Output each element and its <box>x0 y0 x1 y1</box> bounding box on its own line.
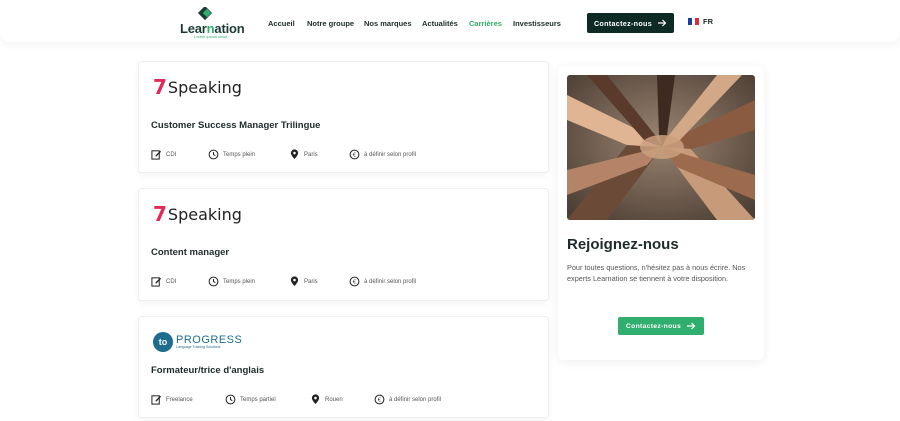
contract-label: CDI <box>166 278 177 285</box>
contact-button-label: Contactez-nous <box>593 18 653 28</box>
contract-type: CDI <box>151 149 176 160</box>
contract-type: Freelance <box>151 394 193 405</box>
job-location: Paris <box>289 149 318 160</box>
nav-nos-marques[interactable]: Nos marques <box>364 19 412 28</box>
location-pin-icon <box>290 149 299 160</box>
schedule-label: Temps partiel <box>240 396 276 403</box>
location-pin-icon <box>290 276 299 287</box>
team-hands-photo <box>567 75 755 220</box>
job-title[interactable]: Content manager <box>151 247 229 258</box>
job-card[interactable]: 7 Speaking Customer Success Manager Tril… <box>138 61 549 173</box>
clock-icon <box>208 276 219 287</box>
logo-tagline: Lorem ipsum dolor <box>194 34 228 39</box>
logo-mark: 7 <box>153 202 167 226</box>
nav-actualites[interactable]: Actualités <box>422 19 458 28</box>
salary-label: à définir selon profil <box>364 151 417 158</box>
logo-word: PROGRESS <box>176 333 243 346</box>
join-us-panel: Rejoignez-nous Pour toutes questions, n'… <box>558 66 764 360</box>
salary: € à définir selon profil <box>349 149 416 160</box>
logo-word-block: PROGRESS Language Training Solutions <box>176 333 243 350</box>
contact-button-label: Contactez-nous <box>625 322 682 330</box>
job-card[interactable]: 7 Speaking Content manager CDI Temps ple… <box>138 188 549 301</box>
arrow-right-icon <box>687 322 696 330</box>
contact-button-header[interactable]: Contactez-nous <box>587 13 674 33</box>
language-label: FR <box>703 17 713 26</box>
euro-icon: € <box>349 276 360 287</box>
salary-label: à définir selon profil <box>389 396 442 403</box>
to-progress-logo: to PROGRESS Language Training Solutions <box>153 329 242 355</box>
7speaking-logo: 7 Speaking <box>153 74 242 100</box>
euro-icon: € <box>349 149 360 160</box>
salary: € à définir selon profil <box>349 276 416 287</box>
location-label: Paris <box>304 278 318 285</box>
logo-word: Speaking <box>167 204 242 224</box>
job-card[interactable]: to PROGRESS Language Training Solutions … <box>138 316 549 418</box>
french-flag-icon <box>688 18 700 25</box>
join-us-title: Rejoignez-nous <box>567 236 679 253</box>
learnation-logo[interactable]: Learnation Lorem ipsum dolor <box>180 7 245 39</box>
contract-label: CDI <box>166 151 177 158</box>
work-schedule: Temps plein <box>208 276 255 287</box>
arrow-right-icon <box>658 19 667 27</box>
salary-label: à définir selon profil <box>364 278 417 285</box>
salary: € à définir selon profil <box>374 394 441 405</box>
nav-accueil[interactable]: Accueil <box>268 19 295 28</box>
work-schedule: Temps plein <box>208 149 255 160</box>
job-title[interactable]: Customer Success Manager Trilingue <box>151 120 320 131</box>
svg-text:€: € <box>378 398 382 404</box>
clock-icon <box>225 394 236 405</box>
location-pin-icon <box>311 394 320 405</box>
logo-mark: to <box>153 332 173 352</box>
logo-mark: 7 <box>153 75 167 99</box>
7speaking-logo: 7 Speaking <box>153 201 242 227</box>
contact-button-sidebar[interactable]: Contactez-nous <box>618 317 704 335</box>
location-label: Paris <box>304 151 318 158</box>
clock-icon <box>208 149 219 160</box>
contract-type: CDI <box>151 276 176 287</box>
work-schedule: Temps partiel <box>225 394 276 405</box>
nav-carrieres[interactable]: Carrières <box>469 19 502 28</box>
job-location: Paris <box>289 276 318 287</box>
learnation-logo-mark <box>197 7 213 21</box>
svg-text:€: € <box>353 280 357 286</box>
join-us-description: Pour toutes questions, n'hésitez pas à n… <box>567 263 746 283</box>
top-navigation-bar: Learnation Lorem ipsum dolor Accueil Not… <box>0 0 900 42</box>
contract-label: Freelance <box>166 396 193 403</box>
job-title[interactable]: Formateur/trice d'anglais <box>151 365 264 376</box>
schedule-label: Temps plein <box>223 151 256 158</box>
svg-text:€: € <box>353 153 357 159</box>
location-label: Rouen <box>325 396 343 403</box>
language-selector[interactable]: FR <box>688 17 713 26</box>
hands-together-illustration <box>567 75 755 220</box>
logo-word: Speaking <box>167 77 242 97</box>
job-location: Rouen <box>310 394 343 405</box>
edit-document-icon <box>151 277 162 287</box>
nav-investisseurs[interactable]: Investisseurs <box>513 19 561 28</box>
euro-icon: € <box>374 394 385 405</box>
schedule-label: Temps plein <box>223 278 256 285</box>
nav-notre-groupe[interactable]: Notre groupe <box>307 19 354 28</box>
edit-document-icon <box>151 150 162 160</box>
logo-subtitle: Language Training Solutions <box>176 344 221 349</box>
edit-document-icon <box>151 395 162 405</box>
